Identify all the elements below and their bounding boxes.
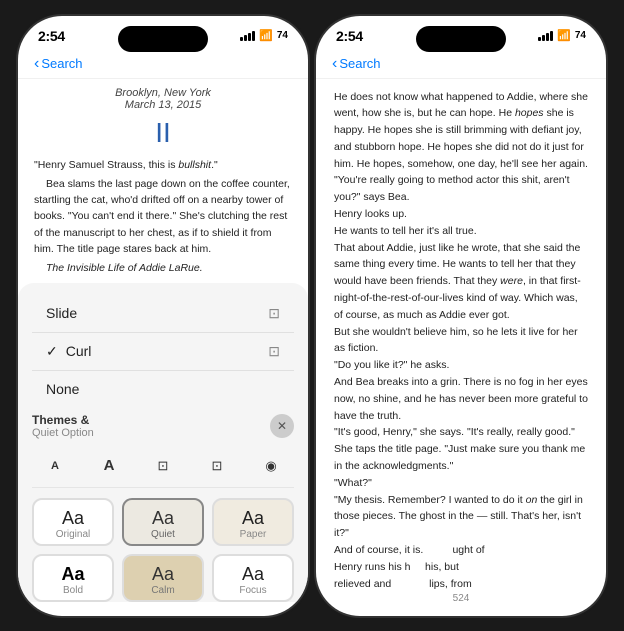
theme-quiet-label: Quiet xyxy=(151,529,175,540)
right-nav-bar: ‹ Search xyxy=(316,52,606,79)
theme-calm-label: Calm xyxy=(151,585,174,596)
right-para-3: Henry looks up. xyxy=(334,206,588,223)
right-para-7: "Do you like it?" he asks. xyxy=(334,357,588,374)
left-nav-bar: ‹ Search xyxy=(18,52,308,79)
theme-calm-aa: Aa xyxy=(152,564,174,585)
slide-label: Slide xyxy=(46,305,77,321)
battery-icon: 74 xyxy=(277,30,288,41)
panel-overlay: Slide ⊡ ✓ Curl ⊡ None xyxy=(18,283,308,616)
theme-bold-label: Bold xyxy=(63,585,83,596)
page-layout-button[interactable]: ⊡ xyxy=(202,451,232,481)
themes-section-header: Themes & Quiet Option xyxy=(32,413,94,439)
none-label: None xyxy=(46,381,79,397)
theme-calm[interactable]: Aa Calm xyxy=(122,554,204,602)
font-larger-button[interactable]: A xyxy=(94,451,124,481)
left-time: 2:54 xyxy=(38,28,65,44)
slide-icon: ⊡ xyxy=(268,305,280,322)
theme-original[interactable]: Aa Original xyxy=(32,498,114,546)
right-status-icons: 📶 74 xyxy=(538,29,586,42)
right-back-chevron-icon: ‹ xyxy=(332,56,337,72)
display-options-button[interactable]: ◉ xyxy=(256,451,286,481)
right-phone: 2:54 📶 74 ‹ Search xyxy=(316,16,606,616)
toolbar-row: A A ⊡ ⊡ ◉ xyxy=(32,445,294,488)
right-para-12: And of course, it is. ught of xyxy=(334,542,588,559)
book-text: "Henry Samuel Strauss, this is bullshit.… xyxy=(34,157,292,279)
left-phone: 2:54 📶 74 ‹ Search xyxy=(18,16,308,616)
para-3: The Invisible Life of Addie LaRue. xyxy=(34,260,292,276)
theme-focus-label: Focus xyxy=(239,585,266,596)
signal-icon xyxy=(240,31,255,41)
theme-bold-aa: Aa xyxy=(61,564,84,585)
bookmark-button[interactable]: ⊡ xyxy=(148,451,178,481)
right-para-9: "It's good, Henry," she says. "It's real… xyxy=(334,424,588,474)
close-button[interactable]: ✕ xyxy=(270,414,294,438)
right-para-11: "My thesis. Remember? I wanted to do it … xyxy=(334,492,588,542)
none-row[interactable]: None xyxy=(32,370,294,407)
right-para-2: "You're really going to method actor thi… xyxy=(334,172,588,206)
right-battery-icon: 74 xyxy=(575,30,586,41)
right-para-5: That about Addie, just like he wrote, th… xyxy=(334,240,588,324)
themes-grid: Aa Original Aa Quiet Aa Paper Aa Bold xyxy=(32,498,294,602)
theme-focus[interactable]: Aa Focus xyxy=(212,554,294,602)
left-back-button[interactable]: ‹ Search xyxy=(34,56,83,72)
quiet-option-label: Quiet Option xyxy=(32,427,94,439)
theme-original-label: Original xyxy=(56,529,90,540)
right-para-14: relieved and lips, from xyxy=(334,576,588,589)
curl-icon: ⊡ xyxy=(268,343,280,360)
curl-row[interactable]: ✓ Curl ⊡ xyxy=(32,332,294,370)
wifi-icon: 📶 xyxy=(259,29,273,42)
right-para-4: He wants to tell her it's all true. xyxy=(334,223,588,240)
right-para-1: He does not know what happened to Addie,… xyxy=(334,89,588,173)
book-location: Brooklyn, New YorkMarch 13, 2015 xyxy=(34,87,292,111)
right-back-button[interactable]: ‹ Search xyxy=(332,56,381,72)
theme-bold[interactable]: Aa Bold xyxy=(32,554,114,602)
theme-paper-aa: Aa xyxy=(242,508,264,529)
left-status-bar: 2:54 📶 74 xyxy=(18,16,308,52)
theme-quiet[interactable]: Aa Quiet xyxy=(122,498,204,546)
back-chevron-icon: ‹ xyxy=(34,56,39,72)
right-para-10: "What?" xyxy=(334,475,588,492)
slide-row[interactable]: Slide ⊡ xyxy=(32,295,294,332)
themes-label: Themes & xyxy=(32,413,94,427)
left-book-content: Brooklyn, New YorkMarch 13, 2015 II "Hen… xyxy=(18,79,308,279)
right-para-8: And Bea breaks into a grin. There is no … xyxy=(334,374,588,424)
para-1: "Henry Samuel Strauss, this is bullshit.… xyxy=(34,157,292,173)
theme-original-aa: Aa xyxy=(62,508,84,529)
theme-focus-aa: Aa xyxy=(242,564,264,585)
right-time: 2:54 xyxy=(336,28,363,44)
curl-label: Curl xyxy=(66,343,92,359)
transition-section: Slide ⊡ ✓ Curl ⊡ None xyxy=(32,295,294,407)
right-signal-icon xyxy=(538,31,553,41)
right-para-6: But she wouldn't believe him, so he lets… xyxy=(334,324,588,358)
right-para-13: Henry runs his h his, but xyxy=(334,559,588,576)
theme-paper-label: Paper xyxy=(240,529,267,540)
page-number: 524 xyxy=(316,593,606,604)
right-book-content: He does not know what happened to Addie,… xyxy=(316,79,606,589)
right-status-bar: 2:54 📶 74 xyxy=(316,16,606,52)
font-smaller-button[interactable]: A xyxy=(40,451,70,481)
phones-container: 2:54 📶 74 ‹ Search xyxy=(18,16,606,616)
right-wifi-icon: 📶 xyxy=(557,29,571,42)
theme-paper[interactable]: Aa Paper xyxy=(212,498,294,546)
chapter-number: II xyxy=(34,117,292,149)
para-2: Bea slams the last page down on the coff… xyxy=(34,176,292,257)
theme-quiet-aa: Aa xyxy=(152,508,174,529)
left-status-icons: 📶 74 xyxy=(240,29,288,42)
